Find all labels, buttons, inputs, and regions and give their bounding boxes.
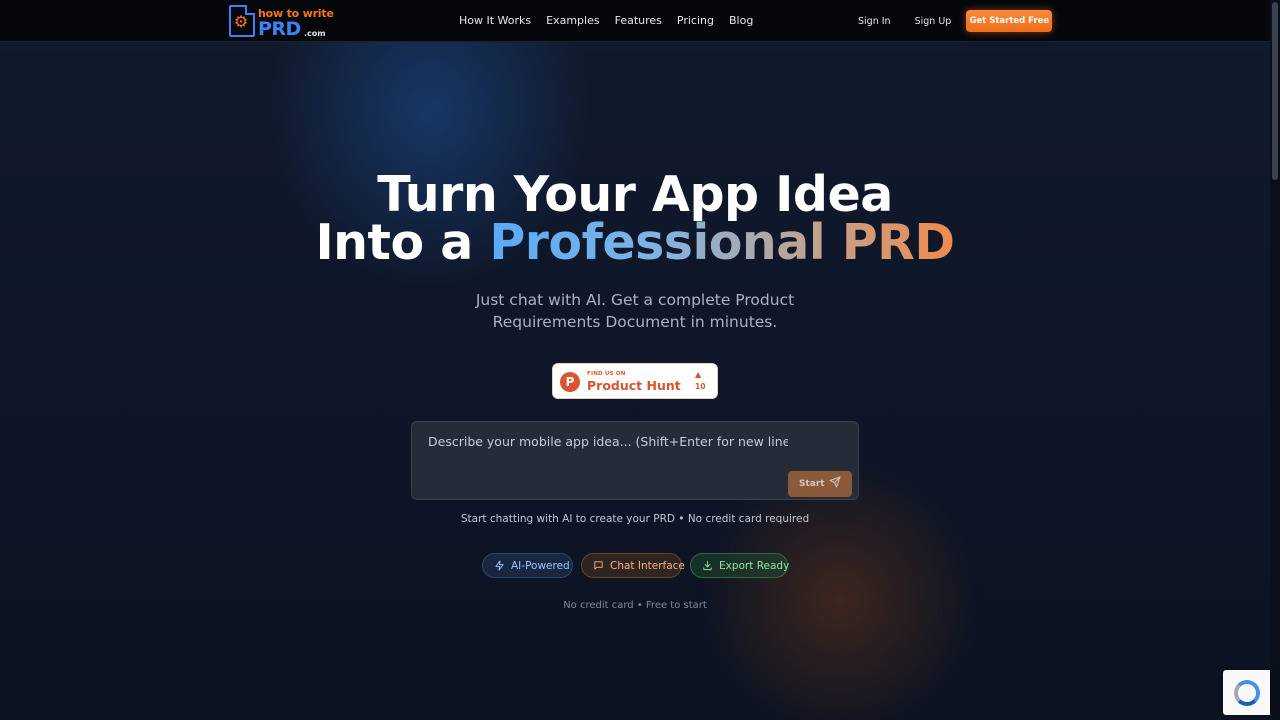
gear-icon: ⚙ <box>233 12 249 31</box>
nav-link-blog[interactable]: Blog <box>729 14 753 27</box>
recaptcha-badge[interactable] <box>1223 670 1270 715</box>
pill-export-ready: Export Ready <box>690 553 790 578</box>
start-button[interactable]: Start <box>788 471 852 497</box>
nav-link-pricing[interactable]: Pricing <box>677 14 714 27</box>
feature-pills: AI-Powered Chat Interface Export Ready <box>482 553 790 578</box>
recaptcha-icon <box>1233 679 1260 706</box>
site-logo[interactable]: ⚙ how to write PRD .com <box>229 5 334 40</box>
pill-chat-interface: Chat Interface <box>581 553 685 578</box>
chat-caption: Start chatting with AI to create your PR… <box>460 513 810 525</box>
chat-bubble-icon <box>594 561 603 570</box>
start-button-label: Start <box>799 479 825 489</box>
pill-ai-powered: AI-Powered <box>482 553 573 578</box>
download-icon <box>703 560 712 571</box>
pill-export-label: Export Ready <box>719 559 790 572</box>
upvote-count: 10 <box>695 382 706 391</box>
nav-link-how-it-works[interactable]: How It Works <box>459 14 531 27</box>
sign-up-link[interactable]: Sign Up <box>915 16 952 27</box>
scrollbar-thumb[interactable] <box>1272 2 1278 180</box>
hero-background <box>0 0 1280 720</box>
product-hunt-logo-icon: P <box>560 372 580 392</box>
footnote: No credit card • Free to start <box>563 600 707 611</box>
upvote-arrow-icon: ▲ <box>695 370 702 379</box>
pill-ai-label: AI-Powered <box>511 559 570 572</box>
get-started-button[interactable]: Get Started Free <box>966 10 1053 32</box>
nav-link-examples[interactable]: Examples <box>546 14 599 27</box>
send-icon <box>829 476 841 488</box>
sign-in-link[interactable]: Sign In <box>858 16 891 27</box>
hero-title-line2: Into a Professional PRD <box>0 216 1270 270</box>
hero-title-highlight: Professional PRD <box>489 214 955 271</box>
nav-link-features[interactable]: Features <box>615 14 662 27</box>
app-idea-input[interactable] <box>428 434 788 449</box>
logo-text-prd: PRD <box>258 18 301 40</box>
nav-auth: Sign In Sign Up Get Started Free <box>858 10 1053 32</box>
hero-title-prefix: Into a <box>315 214 490 271</box>
product-hunt-badge[interactable]: P FIND US ON Product Hunt ▲ 10 <box>552 363 718 399</box>
page-scrollbar[interactable] <box>1270 0 1280 720</box>
chat-input-box: Start <box>411 421 859 500</box>
lightning-icon <box>495 560 504 571</box>
logo-text-suffix: .com <box>304 29 326 38</box>
top-navbar: ⚙ how to write PRD .com How It Works Exa… <box>0 0 1270 42</box>
nav-links: How It Works Examples Features Pricing B… <box>459 14 768 27</box>
hero-subtitle: Just chat with AI. Get a complete Produc… <box>475 291 795 331</box>
pill-chat-label: Chat Interface <box>610 559 685 572</box>
product-hunt-find-label: FIND US ON <box>587 371 626 377</box>
product-hunt-name: Product Hunt <box>587 378 681 393</box>
